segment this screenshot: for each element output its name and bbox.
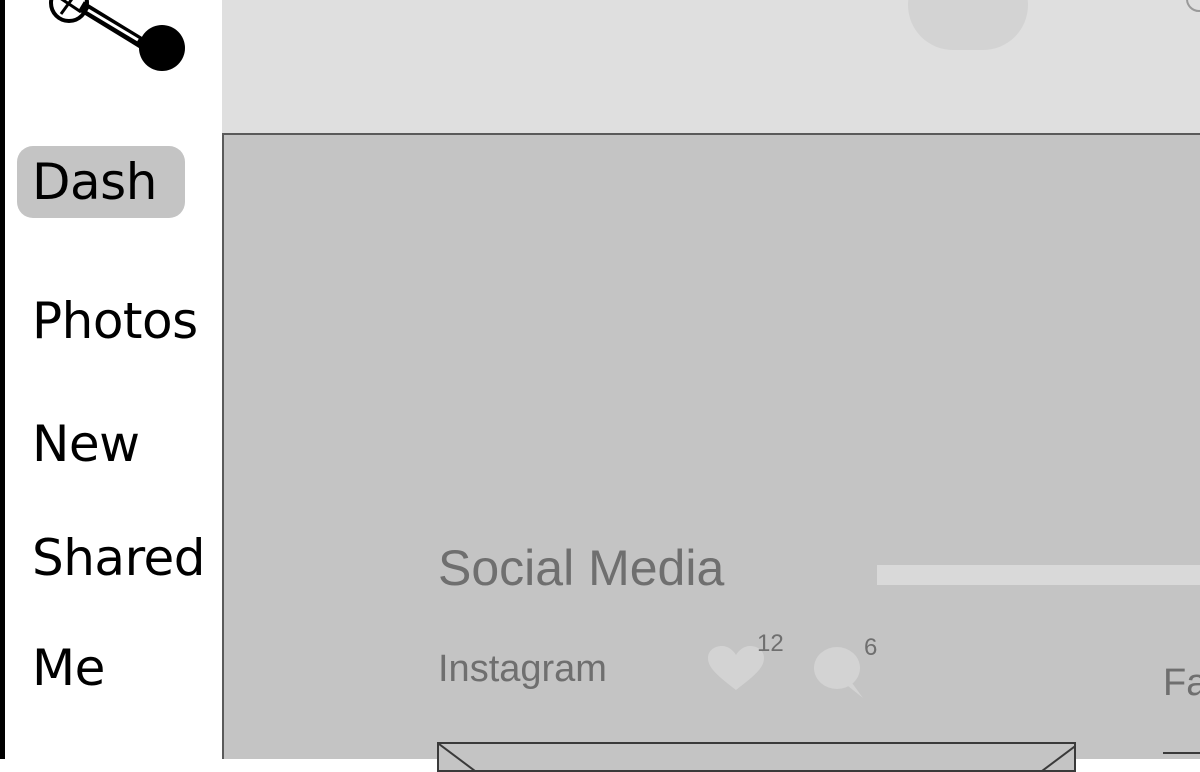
facebook-label: Fa (1163, 662, 1200, 704)
instagram-photo-placeholder[interactable] (437, 742, 1076, 772)
heart-icon[interactable] (708, 646, 764, 692)
instagram-label: Instagram (438, 648, 607, 690)
facebook-photo-placeholder[interactable] (1163, 752, 1200, 772)
section-divider (877, 565, 1200, 585)
app-logo-icon[interactable] (33, 0, 193, 80)
sidebar-item-label: Me (32, 639, 105, 697)
sidebar-item-shared[interactable]: Shared (17, 522, 220, 594)
sidebar: Dash Photos New Shared Me (5, 0, 222, 759)
sidebar-item-label: Shared (32, 529, 206, 587)
sidebar-item-label: New (32, 415, 140, 473)
sidebar-item-dash[interactable]: Dash (17, 146, 185, 218)
sidebar-item-me[interactable]: Me (17, 632, 120, 704)
section-title: Social Media (438, 540, 725, 596)
sidebar-item-new[interactable]: New (17, 408, 155, 480)
comments-count: 6 (864, 634, 878, 661)
comment-bubble-icon[interactable] (813, 646, 865, 698)
sidebar-item-photos[interactable]: Photos (17, 285, 213, 357)
top-header (222, 0, 1200, 135)
sidebar-item-label: Dash (32, 153, 157, 211)
sidebar-item-label: Photos (32, 292, 198, 350)
likes-count: 12 (757, 630, 784, 657)
